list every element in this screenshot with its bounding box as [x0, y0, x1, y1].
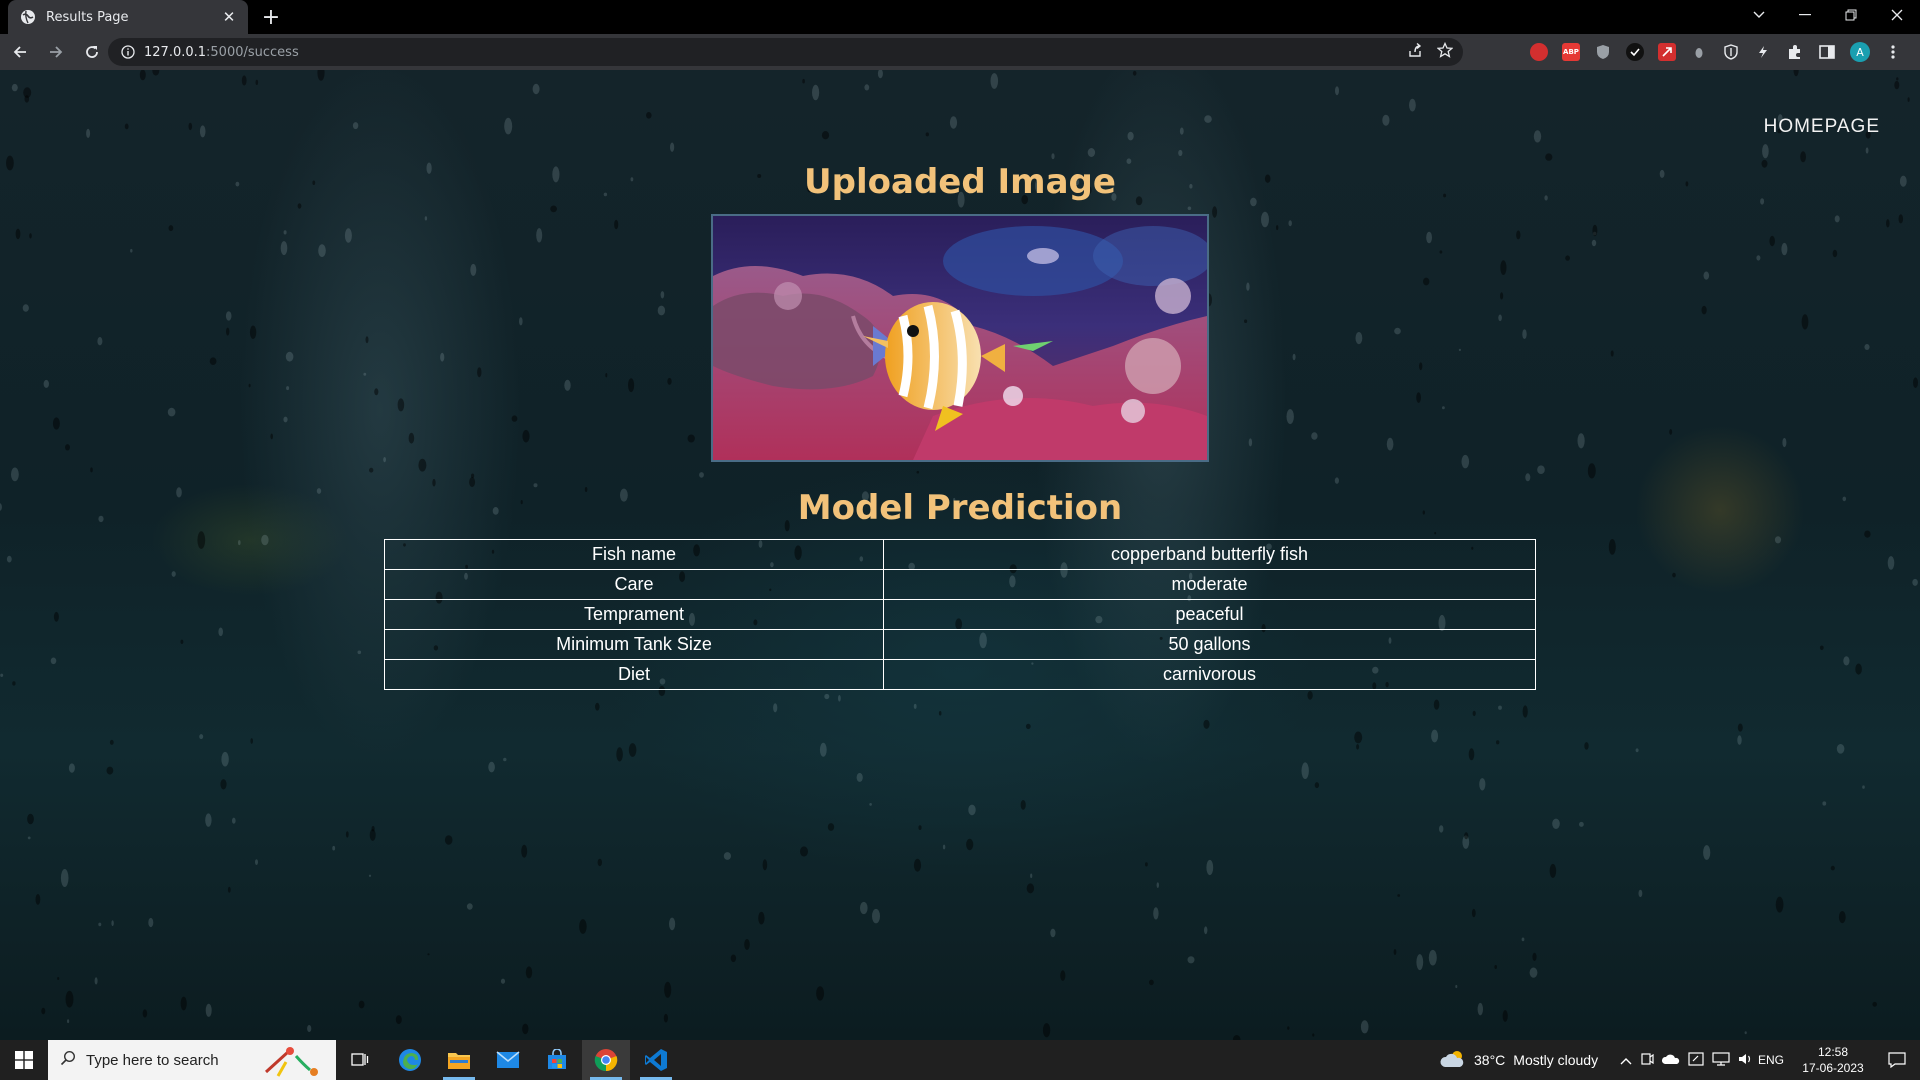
results-page: HOMEPAGE Uploaded Image Model Prediction… [0, 70, 1920, 1040]
forward-button[interactable] [40, 36, 72, 68]
chrome-icon[interactable] [582, 1040, 630, 1080]
address-bar[interactable]: 127.0.0.1:5000/success [108, 38, 1463, 66]
edge-browser-icon[interactable] [386, 1040, 434, 1080]
extension-arrow-icon[interactable] [1658, 43, 1676, 61]
file-explorer-icon[interactable] [435, 1040, 483, 1080]
more-menu-icon[interactable] [1884, 43, 1902, 61]
shield-outline-icon[interactable] [1722, 43, 1740, 61]
row-label: Fish name [384, 539, 884, 570]
store-icon[interactable] [533, 1040, 581, 1080]
weather-widget[interactable]: 38°C Mostly cloudy [1440, 1040, 1598, 1080]
tab-results-page[interactable]: Results Page ✕ [8, 0, 248, 34]
row-label: Temprament [384, 599, 884, 630]
url-host: 127.0.0.1 [144, 44, 207, 60]
clock[interactable]: 12:58 17-06-2023 [1798, 1040, 1868, 1080]
uploaded-image-heading: Uploaded Image [804, 162, 1116, 202]
bookmark-star-icon[interactable] [1436, 41, 1454, 62]
row-value: peaceful [883, 599, 1536, 630]
notification-center-icon[interactable] [1874, 1040, 1920, 1080]
language-indicator[interactable]: ENG [1758, 1040, 1784, 1080]
adblock-icon[interactable]: ABP [1562, 43, 1580, 61]
shield-check-icon[interactable] [1626, 43, 1644, 61]
volume-icon[interactable] [1738, 1052, 1754, 1069]
extensions-area: ABP A [1530, 34, 1902, 70]
url-text: 127.0.0.1:5000/success [144, 45, 299, 60]
table-row: Minimum Tank Size 50 gallons [384, 629, 1536, 660]
vscode-icon[interactable] [632, 1040, 680, 1080]
mail-icon[interactable] [484, 1040, 532, 1080]
onedrive-cloud-icon[interactable] [1661, 1052, 1680, 1068]
extension-red-icon[interactable] [1530, 43, 1548, 61]
search-icon [60, 1050, 76, 1070]
windows-start-button[interactable] [0, 1040, 48, 1080]
browser-toolbar: 127.0.0.1:5000/success ABP A [0, 34, 1920, 70]
side-panel-icon[interactable] [1818, 43, 1836, 61]
cloud-weather-icon [1440, 1049, 1466, 1072]
back-button[interactable] [4, 36, 36, 68]
task-view-icon[interactable] [336, 1040, 384, 1080]
chevron-up-icon[interactable] [1620, 1052, 1632, 1068]
windows-taskbar: Type here to search 38°C Mostly cloudy E… [0, 1040, 1920, 1080]
minimize-button[interactable] [1782, 0, 1828, 30]
row-value: 50 gallons [883, 629, 1536, 660]
system-tray [1620, 1040, 1754, 1080]
table-row: Diet carnivorous [384, 659, 1536, 690]
table-row: Temprament peaceful [384, 599, 1536, 630]
row-value: carnivorous [883, 659, 1536, 690]
row-label: Minimum Tank Size [384, 629, 884, 660]
weather-temperature: 38°C [1474, 1052, 1506, 1068]
model-prediction-heading: Model Prediction [797, 488, 1123, 528]
table-row: Fish name copperband butterfly fish [384, 539, 1536, 570]
uploaded-fish-image [711, 214, 1209, 462]
weather-description: Mostly cloudy [1513, 1052, 1599, 1068]
puzzle-icon[interactable] [1786, 43, 1804, 61]
restore-button[interactable] [1828, 0, 1874, 30]
share-icon[interactable] [1407, 42, 1423, 62]
row-value: moderate [883, 569, 1536, 600]
tab-title: Results Page [46, 9, 129, 25]
new-tab-button[interactable]: + [258, 4, 284, 30]
meet-now-icon[interactable] [1640, 1052, 1654, 1069]
url-path: :5000/success [206, 44, 299, 60]
network-icon[interactable] [1712, 1051, 1730, 1069]
row-label: Diet [384, 659, 884, 690]
table-row: Care moderate [384, 569, 1536, 600]
lightning-icon[interactable] [1754, 43, 1772, 61]
globe-icon [20, 9, 36, 25]
homepage-link[interactable]: HOMEPAGE [1764, 116, 1880, 138]
reload-button[interactable] [76, 36, 108, 68]
clock-date: 17-06-2023 [1802, 1061, 1864, 1075]
clock-time: 12:58 [1817, 1045, 1849, 1059]
row-value: copperband butterfly fish [883, 539, 1536, 570]
security-icon[interactable] [1688, 1051, 1704, 1069]
profile-avatar[interactable]: A [1850, 42, 1870, 62]
taskbar-search-box[interactable]: Type here to search [48, 1040, 336, 1080]
info-icon[interactable] [120, 44, 136, 60]
row-label: Care [384, 569, 884, 600]
shield-grey-icon[interactable] [1594, 43, 1612, 61]
browser-tabstrip: Results Page ✕ + [0, 0, 1920, 34]
prediction-table: Fish name copperband butterfly fish Care… [384, 539, 1536, 690]
search-placeholder: Type here to search [86, 1051, 219, 1069]
close-window-button[interactable] [1874, 0, 1920, 30]
bug-icon[interactable] [1690, 43, 1708, 61]
tab-search-icon[interactable] [1736, 0, 1782, 30]
search-highlight-icon [258, 1042, 328, 1080]
close-tab-icon[interactable]: ✕ [220, 8, 238, 26]
